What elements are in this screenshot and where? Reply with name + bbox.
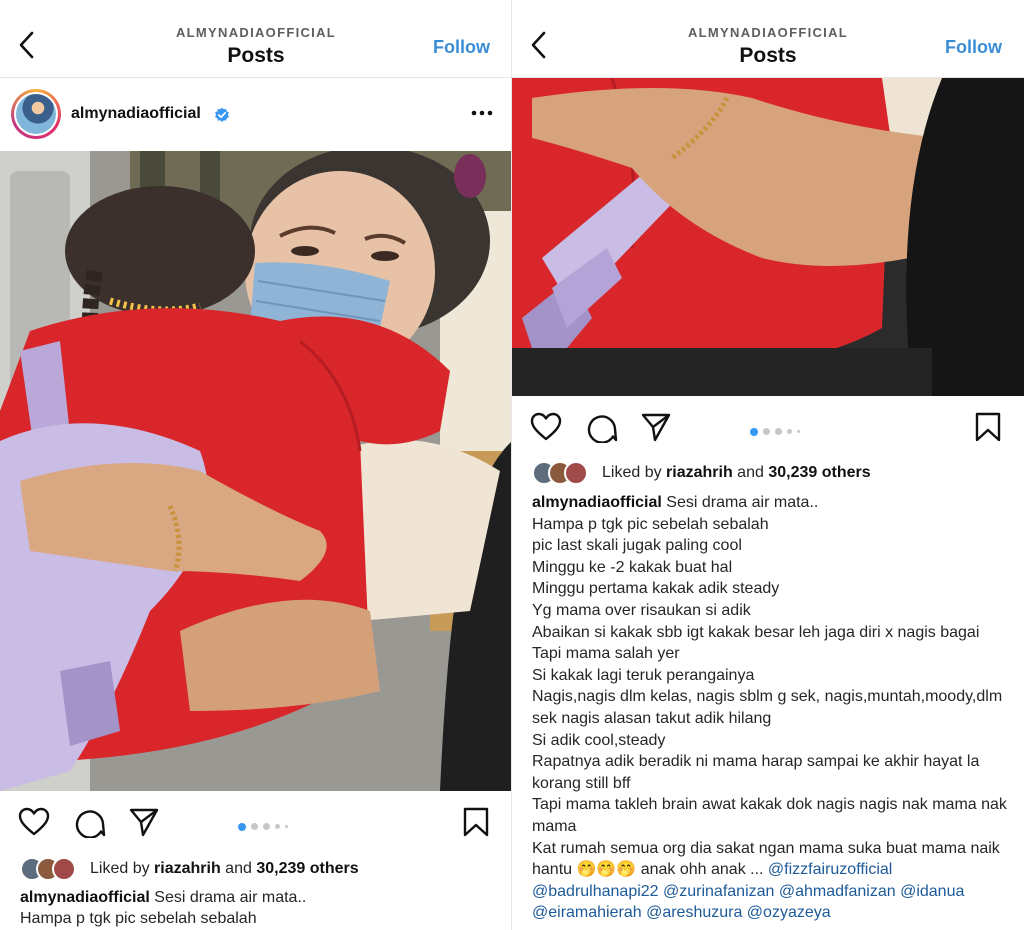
verified-badge-icon (215, 107, 229, 122)
heart-icon[interactable] (18, 806, 50, 838)
top-bar: ALMYNADIAOFFICIAL Posts Follow (512, 0, 1024, 78)
heart-icon[interactable] (530, 411, 562, 443)
post-author-row: almynadiaofficial (0, 79, 511, 151)
post-screen-right: ALMYNADIAOFFICIAL Posts Follow Liked by … (512, 0, 1024, 930)
avatar[interactable] (11, 89, 61, 139)
post-photo[interactable] (512, 78, 1024, 396)
share-icon[interactable] (128, 806, 160, 838)
caption-username[interactable]: almynadiaofficial (20, 889, 150, 906)
carousel-indicator (750, 423, 805, 436)
likes-text: Liked by riazahrih and 30,239 others (90, 860, 359, 877)
post-screen-left: ALMYNADIAOFFICIAL Posts Follow almynadia… (0, 0, 512, 930)
comment-icon[interactable] (586, 411, 618, 443)
emoji: 🤭🤭🤭 (576, 861, 637, 879)
liker-avatar (52, 857, 76, 881)
post-photo[interactable] (0, 151, 511, 791)
caption: almynadiaofficial Sesi drama air mata.. … (532, 494, 1007, 922)
follow-button[interactable]: Follow (433, 37, 490, 58)
bookmark-icon[interactable] (460, 806, 492, 838)
post-actions-bar (0, 792, 511, 852)
liker-avatar (564, 461, 588, 485)
post-username[interactable]: almynadiaofficial (71, 105, 201, 123)
caption: almynadiaofficial Sesi drama air mata.. … (20, 889, 307, 927)
post-actions-bar (512, 397, 1024, 457)
likes-text: Liked by riazahrih and 30,239 others (602, 464, 871, 481)
top-bar: ALMYNADIAOFFICIAL Posts Follow (0, 0, 511, 78)
comment-icon[interactable] (74, 806, 106, 838)
caption-username[interactable]: almynadiaofficial (532, 494, 662, 511)
bookmark-icon[interactable] (972, 411, 1004, 443)
carousel-indicator (238, 818, 293, 831)
share-icon[interactable] (640, 411, 672, 443)
more-options-icon[interactable] (470, 105, 494, 121)
follow-button[interactable]: Follow (945, 37, 1002, 58)
